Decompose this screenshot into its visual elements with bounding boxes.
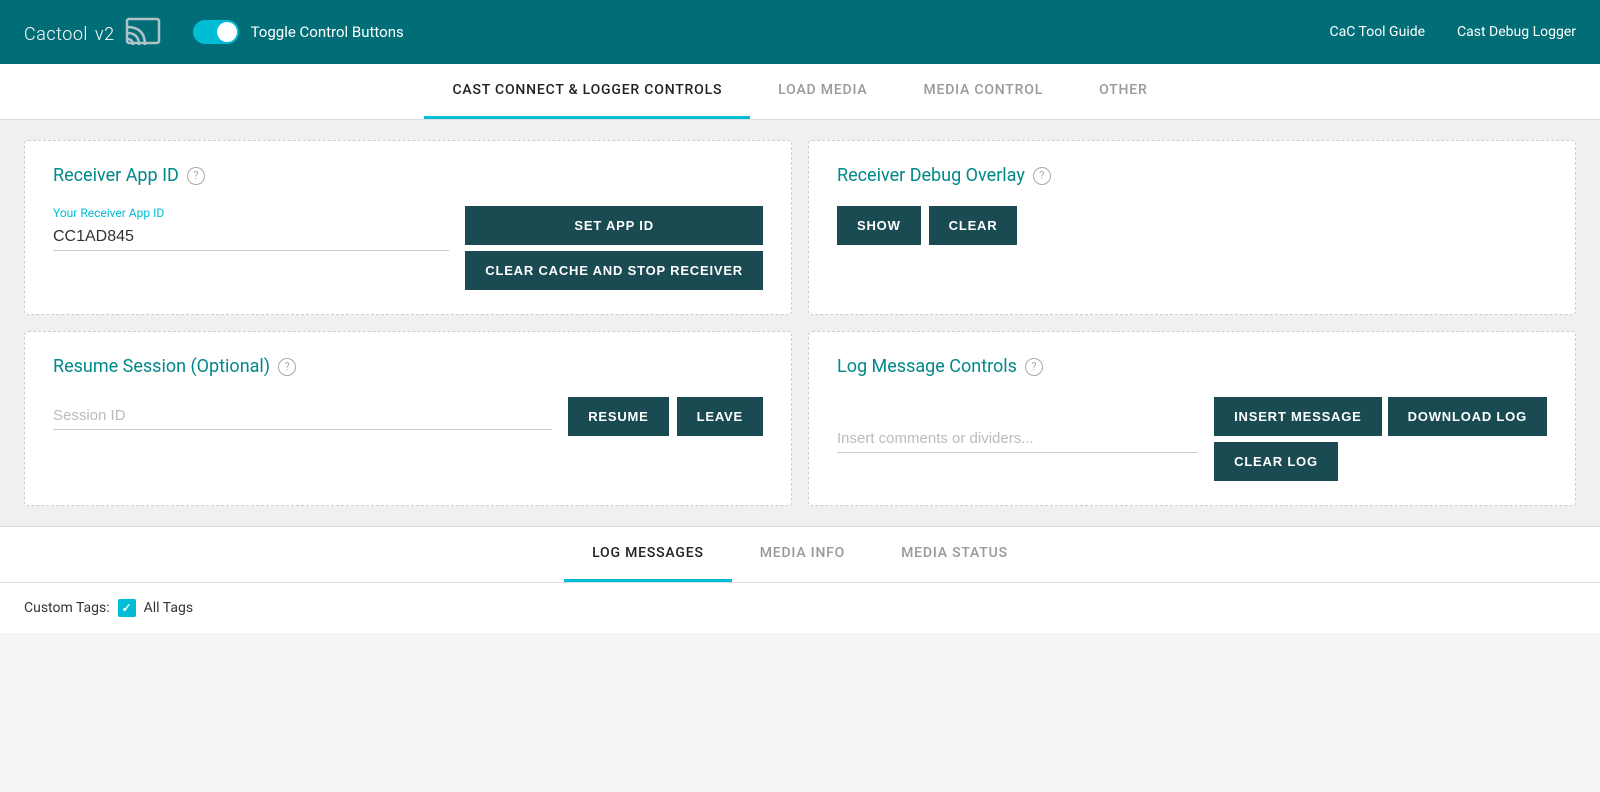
tab-media-info[interactable]: MEDIA INFO bbox=[732, 527, 873, 582]
logo-text: Cactool v2 bbox=[24, 17, 115, 47]
logo-version: v2 bbox=[95, 24, 115, 45]
show-debug-overlay-button[interactable]: SHOW bbox=[837, 206, 921, 245]
receiver-app-id-help-icon[interactable]: ? bbox=[187, 167, 205, 185]
log-message-controls-card: Log Message Controls ? INSERT MESSAGE DO… bbox=[808, 331, 1576, 506]
cast-icon bbox=[125, 14, 161, 50]
session-id-input-area bbox=[53, 403, 552, 430]
log-buttons-top-row: INSERT MESSAGE DOWNLOAD LOG bbox=[1214, 397, 1547, 436]
toggle-control-buttons-switch[interactable] bbox=[193, 20, 239, 44]
receiver-debug-overlay-buttons: SHOW CLEAR bbox=[837, 206, 1547, 245]
clear-cache-stop-receiver-button[interactable]: CLEAR CACHE AND STOP RECEIVER bbox=[465, 251, 763, 290]
log-message-controls-help-icon[interactable]: ? bbox=[1025, 358, 1043, 376]
log-message-controls-body: INSERT MESSAGE DOWNLOAD LOG CLEAR LOG bbox=[837, 397, 1547, 481]
log-message-controls-title: Log Message Controls ? bbox=[837, 356, 1547, 377]
resume-session-body: RESUME LEAVE bbox=[53, 397, 763, 436]
toggle-area: Toggle Control Buttons bbox=[193, 20, 404, 44]
header: Cactool v2 Toggle Control Buttons CaC To… bbox=[0, 0, 1600, 64]
main-content: Receiver App ID ? Your Receiver App ID S… bbox=[0, 120, 1600, 526]
logo-area: Cactool v2 bbox=[24, 14, 161, 50]
all-tags-label: All Tags bbox=[144, 600, 193, 616]
resume-session-title: Resume Session (Optional) ? bbox=[53, 356, 763, 377]
insert-message-button[interactable]: INSERT MESSAGE bbox=[1214, 397, 1382, 436]
resume-button[interactable]: RESUME bbox=[568, 397, 668, 436]
cast-debug-logger-link[interactable]: Cast Debug Logger bbox=[1457, 24, 1576, 40]
log-message-input-area bbox=[837, 426, 1198, 453]
receiver-app-id-buttons: SET APP ID CLEAR CACHE AND STOP RECEIVER bbox=[465, 206, 763, 290]
clear-debug-overlay-button[interactable]: CLEAR bbox=[929, 206, 1018, 245]
set-app-id-button[interactable]: SET APP ID bbox=[465, 206, 763, 245]
log-buttons-bottom-row: CLEAR LOG bbox=[1214, 442, 1547, 481]
log-message-input[interactable] bbox=[837, 426, 1198, 453]
logo-name: Cactool bbox=[24, 24, 88, 45]
receiver-app-id-input-area: Your Receiver App ID bbox=[53, 206, 449, 251]
receiver-app-id-input[interactable] bbox=[53, 224, 449, 251]
tab-other[interactable]: OTHER bbox=[1071, 64, 1176, 119]
resume-session-buttons: RESUME LEAVE bbox=[568, 397, 763, 436]
receiver-app-id-title: Receiver App ID ? bbox=[53, 165, 763, 186]
clear-log-button[interactable]: CLEAR LOG bbox=[1214, 442, 1338, 481]
custom-tags-area: Custom Tags: All Tags bbox=[0, 583, 1600, 633]
tab-media-status[interactable]: MEDIA STATUS bbox=[873, 527, 1036, 582]
leave-button[interactable]: LEAVE bbox=[677, 397, 763, 436]
cards-grid: Receiver App ID ? Your Receiver App ID S… bbox=[24, 140, 1576, 506]
tab-log-messages[interactable]: LOG MESSAGES bbox=[564, 527, 732, 582]
main-tabs-bar: CAST CONNECT & LOGGER CONTROLS LOAD MEDI… bbox=[0, 64, 1600, 120]
header-nav: CaC Tool Guide Cast Debug Logger bbox=[1330, 24, 1577, 40]
resume-session-help-icon[interactable]: ? bbox=[278, 358, 296, 376]
bottom-tabs-bar: LOG MESSAGES MEDIA INFO MEDIA STATUS bbox=[0, 527, 1600, 583]
receiver-app-id-input-label: Your Receiver App ID bbox=[53, 206, 449, 220]
receiver-debug-overlay-card: Receiver Debug Overlay ? SHOW CLEAR bbox=[808, 140, 1576, 315]
session-id-input[interactable] bbox=[53, 403, 552, 430]
receiver-debug-overlay-help-icon[interactable]: ? bbox=[1033, 167, 1051, 185]
all-tags-checkbox[interactable] bbox=[118, 599, 136, 617]
download-log-button[interactable]: DOWNLOAD LOG bbox=[1388, 397, 1547, 436]
receiver-app-id-body: Your Receiver App ID SET APP ID CLEAR CA… bbox=[53, 206, 763, 290]
custom-tags-label: Custom Tags: bbox=[24, 600, 110, 616]
receiver-debug-overlay-title: Receiver Debug Overlay ? bbox=[837, 165, 1547, 186]
cac-tool-guide-link[interactable]: CaC Tool Guide bbox=[1330, 24, 1426, 40]
tab-load-media[interactable]: LOAD MEDIA bbox=[750, 64, 895, 119]
tab-cast-connect[interactable]: CAST CONNECT & LOGGER CONTROLS bbox=[424, 64, 750, 119]
bottom-section: LOG MESSAGES MEDIA INFO MEDIA STATUS Cus… bbox=[0, 526, 1600, 633]
log-buttons-area: INSERT MESSAGE DOWNLOAD LOG CLEAR LOG bbox=[1214, 397, 1547, 481]
resume-session-card: Resume Session (Optional) ? RESUME LEAVE bbox=[24, 331, 792, 506]
toggle-label: Toggle Control Buttons bbox=[251, 23, 404, 41]
tab-media-control[interactable]: MEDIA CONTROL bbox=[895, 64, 1071, 119]
receiver-app-id-card: Receiver App ID ? Your Receiver App ID S… bbox=[24, 140, 792, 315]
